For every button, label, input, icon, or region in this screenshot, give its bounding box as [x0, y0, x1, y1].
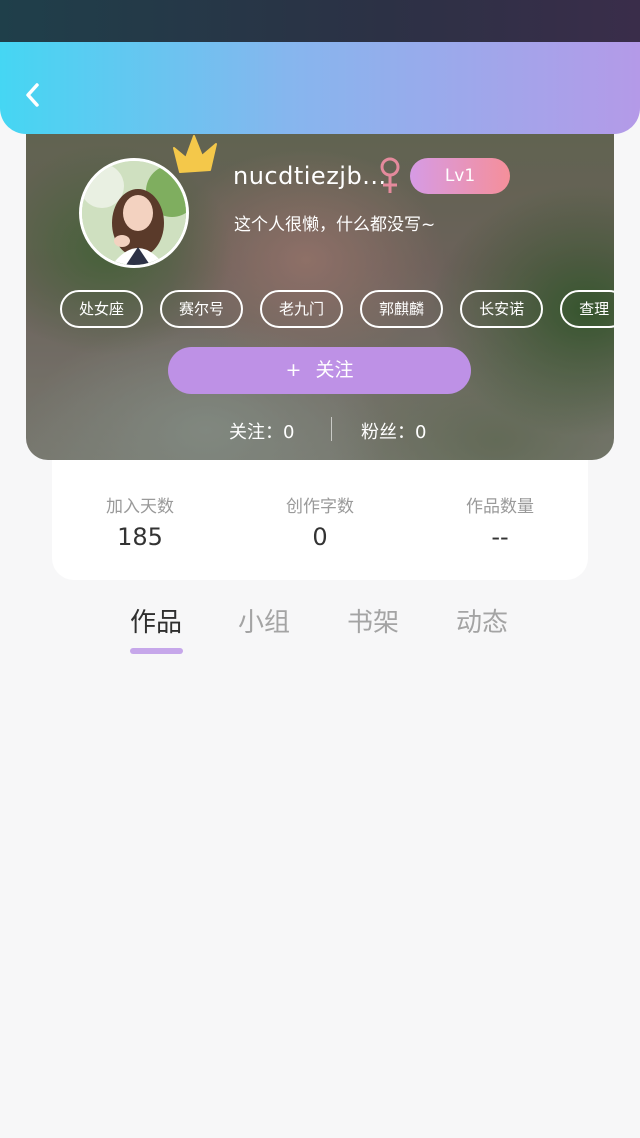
divider: [331, 417, 332, 441]
profile-card: nucdtiezjb... Lv1 这个人很懒，什么都没写~ 处女座 赛尔号 老…: [26, 110, 614, 460]
tag-item[interactable]: 老九门: [260, 290, 344, 328]
female-symbol-icon: [380, 157, 400, 193]
header-bar: [0, 42, 640, 134]
stat-value: --: [491, 523, 509, 551]
crown-icon: [173, 135, 217, 173]
plus-icon: +: [285, 359, 302, 381]
follow-button[interactable]: + 关注: [168, 347, 471, 394]
tag-item[interactable]: 查理: [560, 290, 614, 328]
stats-card: 加入天数 185 创作字数 0 作品数量 --: [52, 460, 588, 580]
tag-item[interactable]: 赛尔号: [160, 290, 244, 328]
avatar-photo: [82, 161, 186, 265]
tab-bar: 作品 小组 书架 动态: [0, 600, 640, 660]
tab-bookshelf[interactable]: 书架: [347, 602, 399, 639]
username: nucdtiezjb...: [233, 162, 387, 190]
follow-label: 关注: [315, 359, 354, 381]
following-count[interactable]: 关注：0: [229, 418, 294, 444]
follow-counts: 关注：0 粉丝：0: [26, 415, 614, 445]
stat-label: 加入天数: [106, 497, 174, 517]
tab-activity[interactable]: 动态: [456, 602, 508, 639]
stat-value: 0: [312, 523, 328, 551]
tag-item[interactable]: 处女座: [60, 290, 144, 328]
fans-count[interactable]: 粉丝：0: [361, 418, 426, 444]
tag-item[interactable]: 长安诺: [460, 290, 544, 328]
chevron-left-icon: [26, 83, 39, 107]
tag-item[interactable]: 郭麒麟: [360, 290, 444, 328]
stat-join-days: 加入天数 185: [60, 492, 220, 551]
tag-list: 处女座 赛尔号 老九门 郭麒麟 长安诺 查理: [60, 290, 614, 328]
stat-label: 作品数量: [466, 497, 534, 517]
stat-value: 185: [117, 523, 163, 551]
tab-works[interactable]: 作品: [130, 602, 182, 639]
tab-indicator: [130, 648, 183, 654]
status-bar: [0, 0, 640, 44]
tab-groups[interactable]: 小组: [238, 602, 290, 639]
back-button[interactable]: [18, 80, 48, 110]
level-badge: Lv1: [410, 158, 510, 194]
stat-label: 创作字数: [286, 497, 354, 517]
stat-works-count: 作品数量 --: [420, 492, 580, 551]
stat-word-count: 创作字数 0: [240, 492, 400, 551]
bio-text: 这个人很懒，什么都没写~: [234, 215, 436, 235]
